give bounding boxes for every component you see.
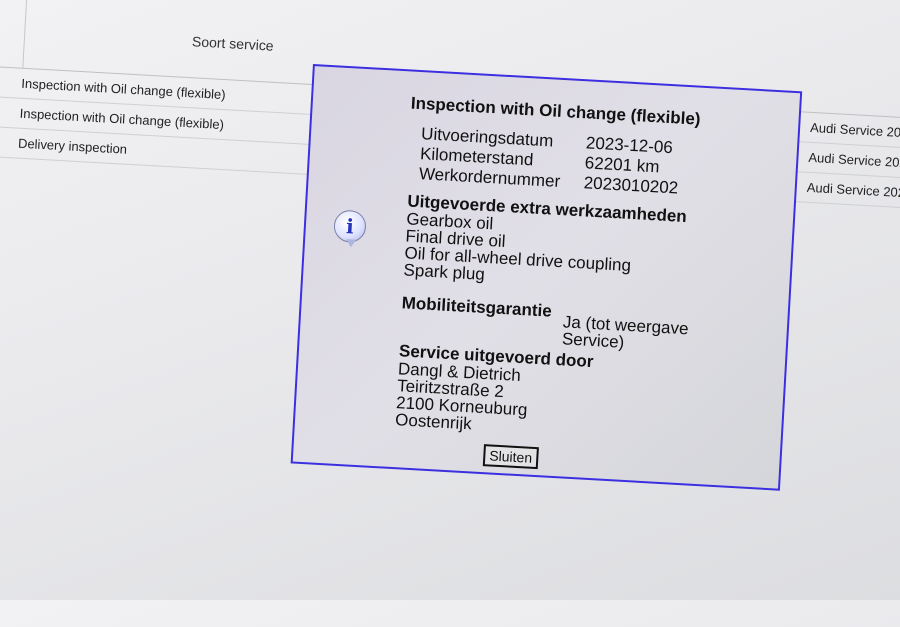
header-divider <box>22 0 28 68</box>
mobility-label: Mobiliteitsgarantie <box>401 293 553 321</box>
service-type-cell: Delivery inspection <box>17 135 128 157</box>
mobility-value-cont: Service) <box>561 329 625 352</box>
dialog-title: Inspection with Oil change (flexible) <box>410 93 701 129</box>
info-icon: i <box>333 209 367 244</box>
dealer-cell: Audi Service 2020 <box>806 179 900 201</box>
info-icon-glyph: i <box>345 214 355 239</box>
service-history-table: Soort service Inspection with Oil change… <box>0 0 900 211</box>
screen: Soort service Inspection with Oil change… <box>0 0 900 625</box>
service-type-cell: Inspection with Oil change (flexible) <box>19 105 225 133</box>
column-header-service-type[interactable]: Soort service <box>192 33 274 54</box>
dealer-cell: Audi Service 202 <box>808 149 900 171</box>
field-value: 2023010202 <box>583 173 679 198</box>
dealer-cell: Audi Service 20 <box>809 119 900 140</box>
service-type-cell: Inspection with Oil change (flexible) <box>21 75 227 103</box>
extra-work-item: Spark plug <box>403 260 486 284</box>
field-label: Werkordernummer <box>418 164 561 191</box>
address-line: Oostenrijk <box>394 410 473 434</box>
close-button[interactable]: Sluiten <box>482 444 539 470</box>
service-detail-dialog: Inspection with Oil change (flexible) Ui… <box>290 63 803 491</box>
